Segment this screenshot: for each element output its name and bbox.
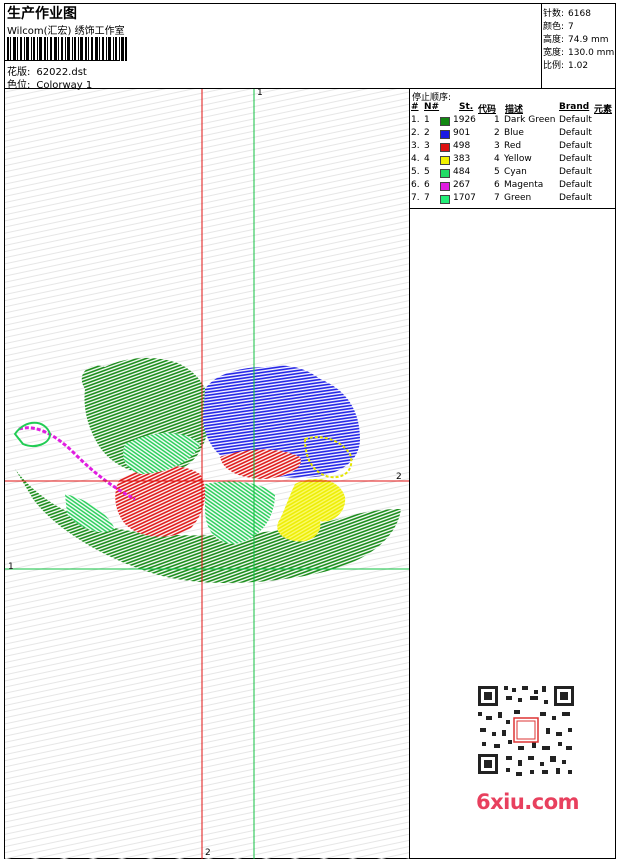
row-brand: Default [559,154,592,164]
row-brand: Default [559,180,592,190]
stop-sequence-row: 6. 6 267 6 Magenta Default [410,180,616,193]
stop-sequence-row: 7. 7 1707 7 Green Default [410,193,616,206]
row-description: Magenta [504,180,544,190]
stat-value: 6168 [568,9,591,19]
col-header-code: 代码 [478,105,497,115]
row-stitches: 383 [453,154,471,164]
red-body [115,465,206,537]
stat-label: 颜色: [543,22,565,32]
stop-sequence-row: 5. 5 484 5 Cyan Default [410,167,616,180]
embroidery-preview [5,89,409,859]
row-n: 1 [424,115,430,125]
row-code: 3 [494,141,500,151]
col-header-st: St. [459,102,474,112]
stat-value: 130.0 mm [568,48,615,58]
row-code: 2 [494,128,500,138]
axis-label-red-bottom: 2 [205,848,211,858]
row-description: Dark Green [504,115,556,125]
row-n: 6 [424,180,430,190]
row-code: 1 [494,115,500,125]
stop-sequence-header: # N# St. 代码 描述 Brand 元素 [410,102,616,115]
row-stitches: 1707 [453,193,476,203]
row-brand: Default [559,115,592,125]
stop-sequence-row: 3. 3 498 3 Red Default [410,141,616,154]
row-description: Yellow [504,154,532,164]
info-divider [4,60,119,61]
row-code: 6 [494,180,500,190]
col-header-num: # [411,102,419,112]
row-n: 7 [424,193,430,203]
row-stitches: 484 [453,167,471,177]
stat-label: 宽度: [543,48,565,58]
col-header-brand: Brand [559,102,590,112]
color-swatch [440,117,450,126]
stat-stitches: 针数: 6168 [543,6,591,19]
row-brand: Default [559,193,592,203]
row-num: 5. [411,167,420,177]
stat-value: 7 [568,22,574,32]
row-description: Green [504,193,532,203]
axis-label-green-top: 1 [257,88,263,98]
design-canvas [5,89,409,859]
stop-sequence-panel: 停止顺序: # N# St. 代码 描述 Brand 元素 1. 1 1926 1 Da… [410,89,616,209]
stop-sequence-row: 1. 1 1926 1 Dark Green Default [410,115,616,128]
row-num: 6. [411,180,420,190]
row-stitches: 498 [453,141,471,151]
row-brand: Default [559,128,592,138]
color-swatch [440,195,450,204]
color-swatch [440,156,450,165]
row-description: Red [504,141,522,151]
row-n: 2 [424,128,430,138]
col-header-desc: 描述 [505,105,524,115]
axis-label-red-right: 2 [396,472,402,482]
stat-label: 高度: [543,35,565,45]
row-description: Blue [504,128,524,138]
qr-code [470,680,582,780]
row-code: 7 [494,193,500,203]
row-num: 3. [411,141,420,151]
stat-height: 高度: 74.9 mm [543,32,608,45]
stat-scale: 比例: 1.02 [543,58,588,71]
stat-label: 针数: [543,9,565,19]
stat-value: 74.9 mm [568,35,609,45]
color-swatch [440,130,450,139]
stat-label: 比例: [543,61,565,71]
watermark: 6xiu.com [476,790,580,814]
row-brand: Default [559,141,592,151]
row-n: 4 [424,154,430,164]
row-num: 2. [411,128,420,138]
row-num: 7. [411,193,420,203]
row-num: 1. [411,115,420,125]
row-brand: Default [559,167,592,177]
axis-label-green-left: 1 [8,562,14,572]
row-num: 4. [411,154,420,164]
row-code: 5 [494,167,500,177]
stat-width: 宽度: 130.0 mm [543,45,614,58]
color-swatch [440,169,450,178]
row-n: 5 [424,167,430,177]
page-title: 生产作业图 [7,6,77,22]
color-swatch [440,182,450,191]
row-stitches: 267 [453,180,471,190]
row-n: 3 [424,141,430,151]
col-header-n: N# [424,102,440,112]
row-stitches: 1926 [453,115,476,125]
stats-divider [541,3,542,88]
color-swatch [440,143,450,152]
col-header-element: 元素 [594,105,613,115]
stat-colors: 颜色: 7 [543,19,574,32]
stop-sequence-row: 4. 4 383 4 Yellow Default [410,154,616,167]
barcode [7,37,127,61]
company-name: Wilcom(汇宏) 绣饰工作室 [7,26,125,37]
row-stitches: 901 [453,128,471,138]
stat-value: 1.02 [568,61,589,71]
row-code: 4 [494,154,500,164]
stop-sequence-row: 2. 2 901 2 Blue Default [410,128,616,141]
row-description: Cyan [504,167,527,177]
